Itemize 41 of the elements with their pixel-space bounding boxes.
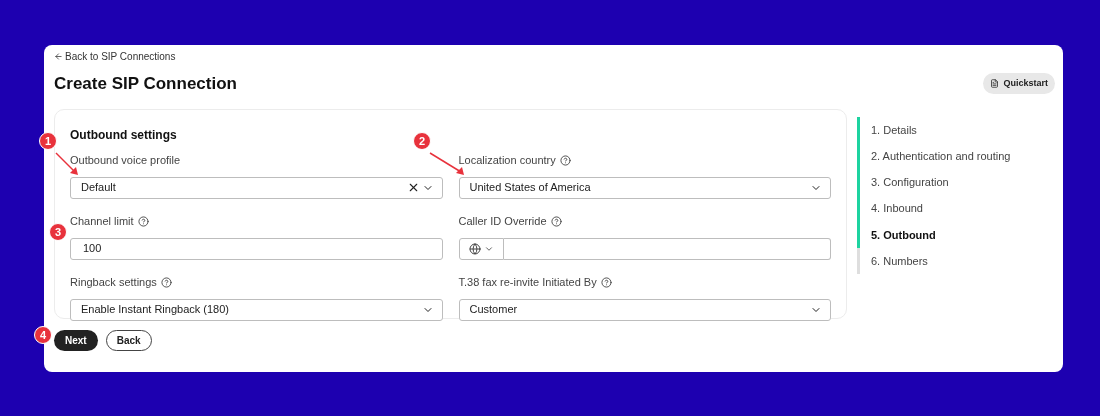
select-field[interactable]: Default [70, 176, 443, 199]
field-label: T.38 fax re-invite Initiated By [458, 275, 597, 291]
annotation-marker: 3 [49, 223, 67, 241]
annotation-marker: 4 [34, 326, 52, 344]
field-label: Channel limit [70, 214, 134, 230]
annotation-marker: 2 [413, 132, 431, 150]
step-item[interactable]: 4. Inbound [860, 195, 923, 222]
input-field[interactable]: 100 [70, 237, 443, 260]
input-field[interactable] [503, 237, 831, 260]
select-value: Default [81, 180, 117, 196]
next-button[interactable]: Next [54, 329, 98, 351]
help-icon[interactable] [559, 155, 571, 166]
page-title: Create SIP Connection [54, 73, 237, 95]
select-value: United States of America [469, 180, 592, 196]
annotation-marker: 1 [39, 132, 57, 150]
quickstart-button[interactable]: Quickstart [983, 73, 1055, 95]
step-item[interactable]: 3. Configuration [860, 169, 949, 196]
back-link[interactable]: Back to SIP Connections [65, 48, 176, 64]
document-icon [990, 79, 1000, 89]
select-field[interactable]: Enable Instant Ringback (180) [70, 298, 443, 321]
field-label: Localization country [458, 153, 556, 169]
globe-icon [468, 242, 481, 255]
field-label: Ringback settings [70, 275, 157, 291]
help-icon[interactable] [550, 216, 562, 227]
section-title: Outbound settings [70, 126, 177, 142]
select-field[interactable]: Customer [458, 298, 831, 321]
select-value: Enable Instant Ringback (180) [81, 302, 230, 318]
help-icon[interactable] [160, 277, 172, 288]
step-item[interactable]: 6. Numbers [860, 248, 928, 275]
step-item[interactable]: 1. Details [860, 116, 917, 143]
field-label: Caller ID Override [458, 214, 547, 230]
select-field[interactable]: United States of America [458, 176, 831, 199]
back-arrow-icon [54, 51, 63, 61]
select-value: Customer [469, 302, 519, 318]
step-item[interactable]: 2. Authentication and routing [860, 142, 1011, 170]
field-label: Outbound voice profile [70, 153, 181, 169]
step-item[interactable]: 5. Outbound [860, 221, 936, 248]
country-picker[interactable] [458, 237, 504, 260]
help-icon[interactable] [600, 277, 612, 288]
back-button[interactable]: Back [105, 329, 152, 351]
help-icon[interactable] [137, 216, 149, 227]
